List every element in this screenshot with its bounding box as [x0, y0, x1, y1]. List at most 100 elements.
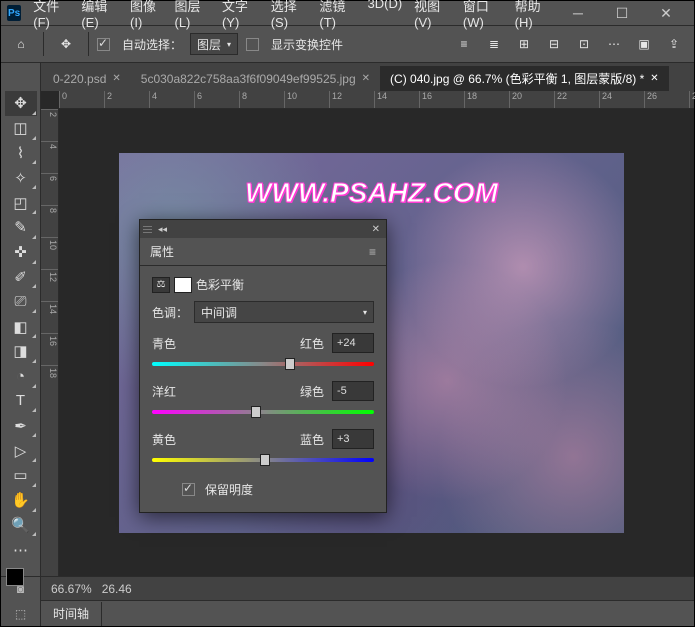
shape-tool[interactable]: ▭	[5, 463, 37, 488]
close-tab-icon[interactable]: ✕	[650, 73, 658, 84]
magic-wand-tool[interactable]: ✧	[5, 165, 37, 190]
share-icon[interactable]: ⇪	[660, 30, 688, 58]
mask-icon[interactable]	[174, 277, 192, 293]
path-select-tool[interactable]: ▷	[5, 438, 37, 463]
menu-file[interactable]: 文件(F)	[29, 0, 73, 32]
menu-bar: 文件(F) 编辑(E) 图像(I) 图层(L) 文字(Y) 选择(S) 滤镜(T…	[29, 0, 556, 32]
target-select-value: 图层	[197, 36, 221, 53]
zoom-tool[interactable]: 🔍	[5, 513, 37, 538]
tone-label: 色调：	[152, 304, 188, 321]
panel-tab-row: 属性 ≡	[140, 238, 386, 266]
document-tabs: » 0-220.psd✕ 5c030a822c758aa3f6f09049ef9…	[1, 63, 694, 91]
slider-value[interactable]: -5	[332, 381, 374, 401]
document-tab[interactable]: 0-220.psd ✕	[43, 66, 131, 91]
close-button[interactable]: ✕	[644, 1, 688, 25]
window-controls: ─ ☐ ✕	[556, 1, 688, 25]
slider-row-cyan-red: 青色 红色 +24	[152, 333, 374, 353]
close-tab-icon[interactable]: ✕	[112, 73, 120, 84]
slider-label-left: 洋红	[152, 383, 192, 400]
tab-label: 5c030a822c758aa3f6f09049ef99525.jpg	[141, 72, 356, 86]
chevron-down-icon: ▾	[363, 308, 367, 317]
screen-mode-icon[interactable]: ⬚	[1, 602, 40, 627]
brush-tool[interactable]: ✐	[5, 265, 37, 290]
home-icon[interactable]: ⌂	[7, 30, 35, 58]
menu-window[interactable]: 窗口(W)	[459, 0, 507, 32]
move-tool-icon[interactable]: ✥	[52, 30, 80, 58]
gradient-tool[interactable]: ◨	[5, 339, 37, 364]
slider-label-right: 红色	[284, 335, 324, 352]
menu-3d[interactable]: 3D(D)	[364, 0, 407, 32]
slider-cyan-red[interactable]	[152, 357, 374, 371]
more-icon[interactable]: ⋯	[600, 30, 628, 58]
foreground-swatch[interactable]	[6, 568, 24, 586]
adjustment-header: ⚖ 色彩平衡	[152, 276, 374, 293]
align-icon-5[interactable]: ⊡	[570, 30, 598, 58]
panel-close-icon[interactable]: ✕	[366, 224, 386, 235]
panel-menu-icon[interactable]: ≡	[369, 245, 376, 259]
edit-toolbar[interactable]: ⋯	[5, 537, 37, 562]
clone-stamp-tool[interactable]: ⎚	[5, 289, 37, 314]
preserve-luminosity-checkbox[interactable]	[182, 483, 195, 496]
menu-image[interactable]: 图像(I)	[126, 0, 166, 32]
adjustment-name: 色彩平衡	[196, 276, 244, 293]
ruler-horizontal: 0246810121416182022242628	[59, 91, 694, 109]
menu-view[interactable]: 视图(V)	[410, 0, 455, 32]
auto-select-label: 自动选择：	[122, 36, 182, 53]
menu-type[interactable]: 文字(Y)	[218, 0, 263, 32]
align-icon-3[interactable]: ⊞	[510, 30, 538, 58]
timeline-bar: 时间轴	[41, 600, 694, 626]
pen-tool[interactable]: ✒	[5, 413, 37, 438]
tab-label: (C) 040.jpg @ 66.7% (色彩平衡 1, 图层蒙版/8) *	[390, 70, 644, 87]
menu-select[interactable]: 选择(S)	[267, 0, 312, 32]
menu-layer[interactable]: 图层(L)	[170, 0, 213, 32]
dodge-tool[interactable]: ◔	[5, 364, 37, 389]
minimize-button[interactable]: ─	[556, 1, 600, 25]
move-tool[interactable]: ✥	[5, 91, 37, 116]
crop-tool[interactable]: ◰	[5, 190, 37, 215]
zoom-level[interactable]: 66.67%	[51, 582, 92, 596]
target-select[interactable]: 图层 ▾	[190, 33, 238, 55]
3d-mode-icon[interactable]: ▣	[630, 30, 658, 58]
panel-header-bar[interactable]: ◂◂ ✕	[140, 220, 386, 238]
slider-row-magenta-green: 洋红 绿色 -5	[152, 381, 374, 401]
slider-magenta-green[interactable]	[152, 405, 374, 419]
lasso-tool[interactable]: ⌇	[5, 141, 37, 166]
eyedropper-tool[interactable]: ✎	[5, 215, 37, 240]
transform-controls-checkbox[interactable]	[246, 38, 259, 51]
close-tab-icon[interactable]: ✕	[362, 73, 370, 84]
hand-tool[interactable]: ✋	[5, 488, 37, 513]
panel-tab-properties[interactable]: 属性	[150, 243, 174, 260]
menu-edit[interactable]: 编辑(E)	[77, 0, 122, 32]
panel-collapse-icon[interactable]: ◂◂	[152, 224, 173, 235]
preserve-luminosity-label: 保留明度	[205, 481, 253, 498]
slider-yellow-blue[interactable]	[152, 453, 374, 467]
slider-value[interactable]: +24	[332, 333, 374, 353]
healing-brush-tool[interactable]: ✜	[5, 240, 37, 265]
tool-palette: ✥ ◫ ⌇ ✧ ◰ ✎ ✜ ✐ ⎚ ◧ ◨ ◔ T ✒ ▷ ▭ ✋ 🔍 ⋯	[1, 63, 41, 596]
title-bar: Ps 文件(F) 编辑(E) 图像(I) 图层(L) 文字(Y) 选择(S) 滤…	[1, 1, 694, 25]
tab-label: 0-220.psd	[53, 72, 106, 86]
align-icon-4[interactable]: ⊟	[540, 30, 568, 58]
document-tab[interactable]: 5c030a822c758aa3f6f09049ef99525.jpg ✕	[131, 66, 380, 91]
app-logo: Ps	[7, 5, 21, 21]
timeline-tab[interactable]: 时间轴	[41, 602, 102, 626]
eraser-tool[interactable]: ◧	[5, 314, 37, 339]
align-icon-1[interactable]: ≡	[450, 30, 478, 58]
slider-value[interactable]: +3	[332, 429, 374, 449]
auto-select-checkbox[interactable]	[97, 38, 110, 51]
document-tab-active[interactable]: (C) 040.jpg @ 66.7% (色彩平衡 1, 图层蒙版/8) * ✕	[380, 66, 669, 91]
slider-label-right: 绿色	[284, 383, 324, 400]
menu-filter[interactable]: 滤镜(T)	[315, 0, 359, 32]
tone-select[interactable]: 中间调 ▾	[194, 301, 374, 323]
tone-value: 中间调	[201, 304, 237, 321]
properties-panel: ◂◂ ✕ 属性 ≡ ⚖ 色彩平衡 色调： 中间调 ▾ 青色 红色 +24 洋红	[139, 219, 387, 513]
transform-controls-label: 显示变换控件	[271, 36, 343, 53]
type-tool[interactable]: T	[5, 389, 37, 414]
slider-label-right: 蓝色	[284, 431, 324, 448]
align-icon-2[interactable]: ≣	[480, 30, 508, 58]
maximize-button[interactable]: ☐	[600, 1, 644, 25]
menu-help[interactable]: 帮助(H)	[511, 0, 556, 32]
panel-grip-icon[interactable]	[140, 226, 152, 233]
marquee-tool[interactable]: ◫	[5, 116, 37, 141]
adjustment-type-icon[interactable]: ⚖	[152, 277, 170, 293]
